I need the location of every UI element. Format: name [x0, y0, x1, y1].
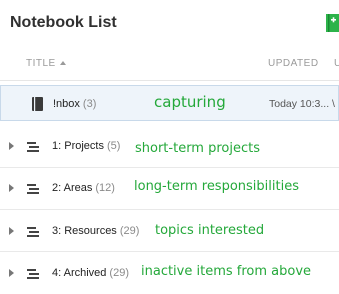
stack-row-resources[interactable]: 3: Resources (29) topics interested — [0, 210, 339, 252]
sort-ascending-icon — [59, 61, 66, 65]
annotation-text: long-term responsibilities — [134, 179, 299, 194]
truncated-column-header[interactable]: U — [334, 58, 339, 69]
annotation-text: capturing — [154, 93, 226, 111]
notebook-count: (5) — [106, 140, 121, 152]
page-title: Notebook List — [10, 14, 117, 31]
annotation-text: topics interested — [155, 223, 265, 238]
notebook-count: (29) — [109, 267, 129, 279]
notebook-list-header: Notebook List — [0, 0, 339, 46]
stack-name-label: 3: Resources — [52, 225, 117, 237]
expand-arrow-icon[interactable] — [9, 142, 14, 150]
stack-row-archived[interactable]: 4: Archived (29) inactive items from abov… — [0, 252, 339, 294]
stack-name-label: 4: Archived — [52, 267, 107, 279]
note-count: (3) — [82, 98, 97, 110]
notebook-name-label: !nbox — [53, 98, 80, 110]
stack-name: 1: Projects (5) — [52, 140, 120, 152]
notebook-count: (12) — [95, 182, 115, 194]
stack-icon — [27, 141, 41, 153]
annotation-text: short-term projects — [135, 141, 260, 156]
notebook-name: !nbox (3) — [53, 98, 96, 110]
notebook-row-inbox[interactable]: !nbox (3) capturing Today 10:3... \ — [0, 85, 339, 121]
expand-arrow-icon[interactable] — [9, 184, 14, 192]
stack-row-projects[interactable]: 1: Projects (5) short-term projects — [0, 127, 339, 168]
updated-column-header[interactable]: UPDATED — [268, 58, 319, 69]
expand-arrow-icon[interactable] — [9, 269, 14, 277]
new-notebook-icon[interactable] — [326, 14, 339, 32]
notebook-icon — [32, 97, 43, 111]
stack-row-areas[interactable]: 2: Areas (12) long-term responsibilities — [0, 168, 339, 210]
stack-icon — [27, 183, 41, 195]
stack-name-label: 1: Projects — [52, 140, 104, 152]
annotation-text: inactive items from above — [141, 264, 312, 279]
column-header-row: TITLE UPDATED U — [0, 46, 339, 81]
stack-icon — [27, 268, 41, 280]
stack-name-label: 2: Areas — [52, 182, 93, 194]
title-column-header[interactable]: TITLE — [26, 58, 66, 69]
stack-name: 2: Areas (12) — [52, 182, 115, 194]
title-column-label: TITLE — [26, 58, 56, 69]
updated-value: Today 10:3... \ — [269, 98, 335, 110]
expand-arrow-icon[interactable] — [9, 227, 14, 235]
notebook-count: (29) — [119, 225, 140, 237]
stack-icon — [27, 226, 41, 238]
stack-name: 3: Resources (29) — [52, 225, 139, 237]
stack-name: 4: Archived (29) — [52, 267, 129, 279]
